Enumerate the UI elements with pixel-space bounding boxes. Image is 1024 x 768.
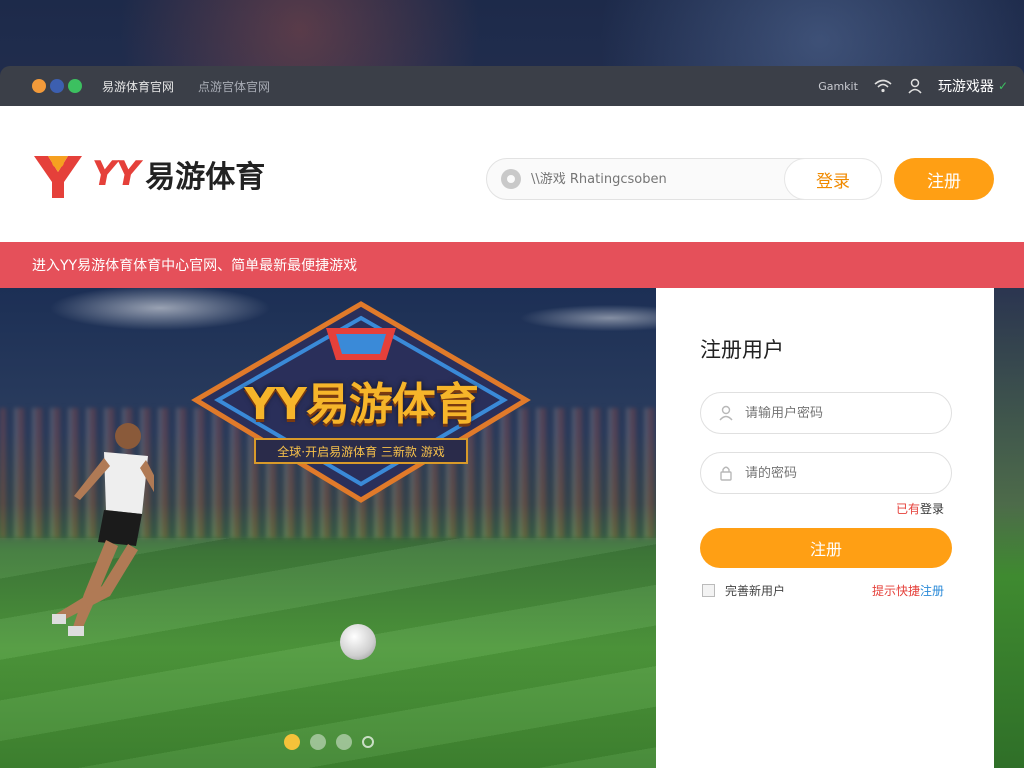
quick-register-link[interactable]: 提示快捷注册 — [872, 582, 944, 599]
login-button[interactable]: 登录 — [784, 158, 882, 200]
search-input[interactable] — [531, 171, 771, 187]
carousel-indicators — [284, 734, 374, 750]
submit-register-button[interactable]: 注册 — [700, 528, 952, 568]
logo-yy: YY — [92, 154, 140, 194]
agree-checkbox[interactable] — [702, 584, 715, 597]
user-icon — [719, 405, 733, 421]
window-url: 点游官体官网 — [198, 79, 271, 94]
quick-link-text: 注册 — [920, 584, 945, 598]
search-icon — [501, 169, 521, 189]
background-edge — [994, 288, 1024, 768]
title-bar: 易游体育官网 点游官体官网 Gamkit 玩游戏器 ✓ — [0, 66, 1024, 106]
check-icon: ✓ — [997, 79, 1008, 93]
carousel-dot-3[interactable] — [336, 734, 352, 750]
username-field[interactable] — [700, 392, 952, 434]
panel-title: 注册用户 — [700, 338, 784, 362]
fullscreen-button[interactable] — [68, 79, 82, 93]
register-panel: 注册用户 已有登录 注册 完善新用 — [656, 288, 994, 768]
notice-bar: 进入YY易游体育体育中心官网、简单最新最便捷游戏 — [0, 242, 1024, 288]
password-input[interactable] — [745, 465, 935, 481]
football-player-image — [52, 423, 154, 636]
login-link-text: 登录 — [920, 502, 945, 516]
main-content: YY易游体育 全球·开启易游体育 三新款 游戏 注册用户 请输用户密码 已有登录… — [0, 288, 1024, 768]
hero-badge: YY易游体育 全球·开启易游体育 三新款 游戏 — [186, 300, 536, 510]
window-title: 易游体育官网 — [102, 79, 175, 94]
carousel-dot-4[interactable] — [362, 736, 374, 748]
site-logo[interactable]: YY 易游体育 — [30, 148, 265, 200]
notice-text: 进入YY易游体育体育中心官网、简单最新最便捷游戏 — [32, 258, 358, 274]
user-name: 玩游戏器 — [937, 79, 994, 95]
agree-label: 完善新用户 — [725, 584, 786, 598]
logo-mark-icon — [34, 156, 82, 198]
soccer-ball — [340, 624, 376, 660]
lock-icon — [720, 466, 732, 481]
browser-window: 易游体育官网 点游官体官网 Gamkit 玩游戏器 ✓ YY 易游体育 \\游戏… — [0, 66, 1024, 768]
logo-text: 易游体育 — [145, 160, 266, 195]
carousel-dot-1[interactable] — [284, 734, 300, 750]
user-icon[interactable] — [908, 78, 922, 94]
username-input[interactable] — [745, 405, 935, 421]
badge-subtitle: 全球·开启易游体育 三新款 游戏 — [254, 438, 468, 464]
carousel-dot-2[interactable] — [310, 734, 326, 750]
user-status[interactable]: 玩游戏器 ✓ — [938, 76, 1008, 96]
wifi-icon[interactable] — [874, 79, 892, 93]
agree-row: 完善新用户 — [702, 582, 785, 599]
login-link[interactable]: 已有登录 — [896, 500, 944, 517]
quick-prefix: 提示快捷 — [872, 584, 921, 598]
site-header: YY 易游体育 登录 注册 — [0, 106, 1024, 242]
maximize-button[interactable] — [50, 79, 64, 93]
minimize-button[interactable] — [32, 79, 46, 93]
badge-title: YY易游体育 — [244, 379, 479, 430]
hero-banner[interactable]: YY易游体育 全球·开启易游体育 三新款 游戏 — [0, 288, 656, 768]
window-controls — [32, 79, 82, 93]
password-field[interactable] — [700, 452, 952, 494]
login-link-prefix: 已有 — [896, 502, 921, 516]
register-button[interactable]: 注册 — [894, 158, 994, 200]
network-label: Gamkit — [818, 79, 858, 93]
title-bar-status: Gamkit 玩游戏器 ✓ — [818, 76, 1008, 96]
